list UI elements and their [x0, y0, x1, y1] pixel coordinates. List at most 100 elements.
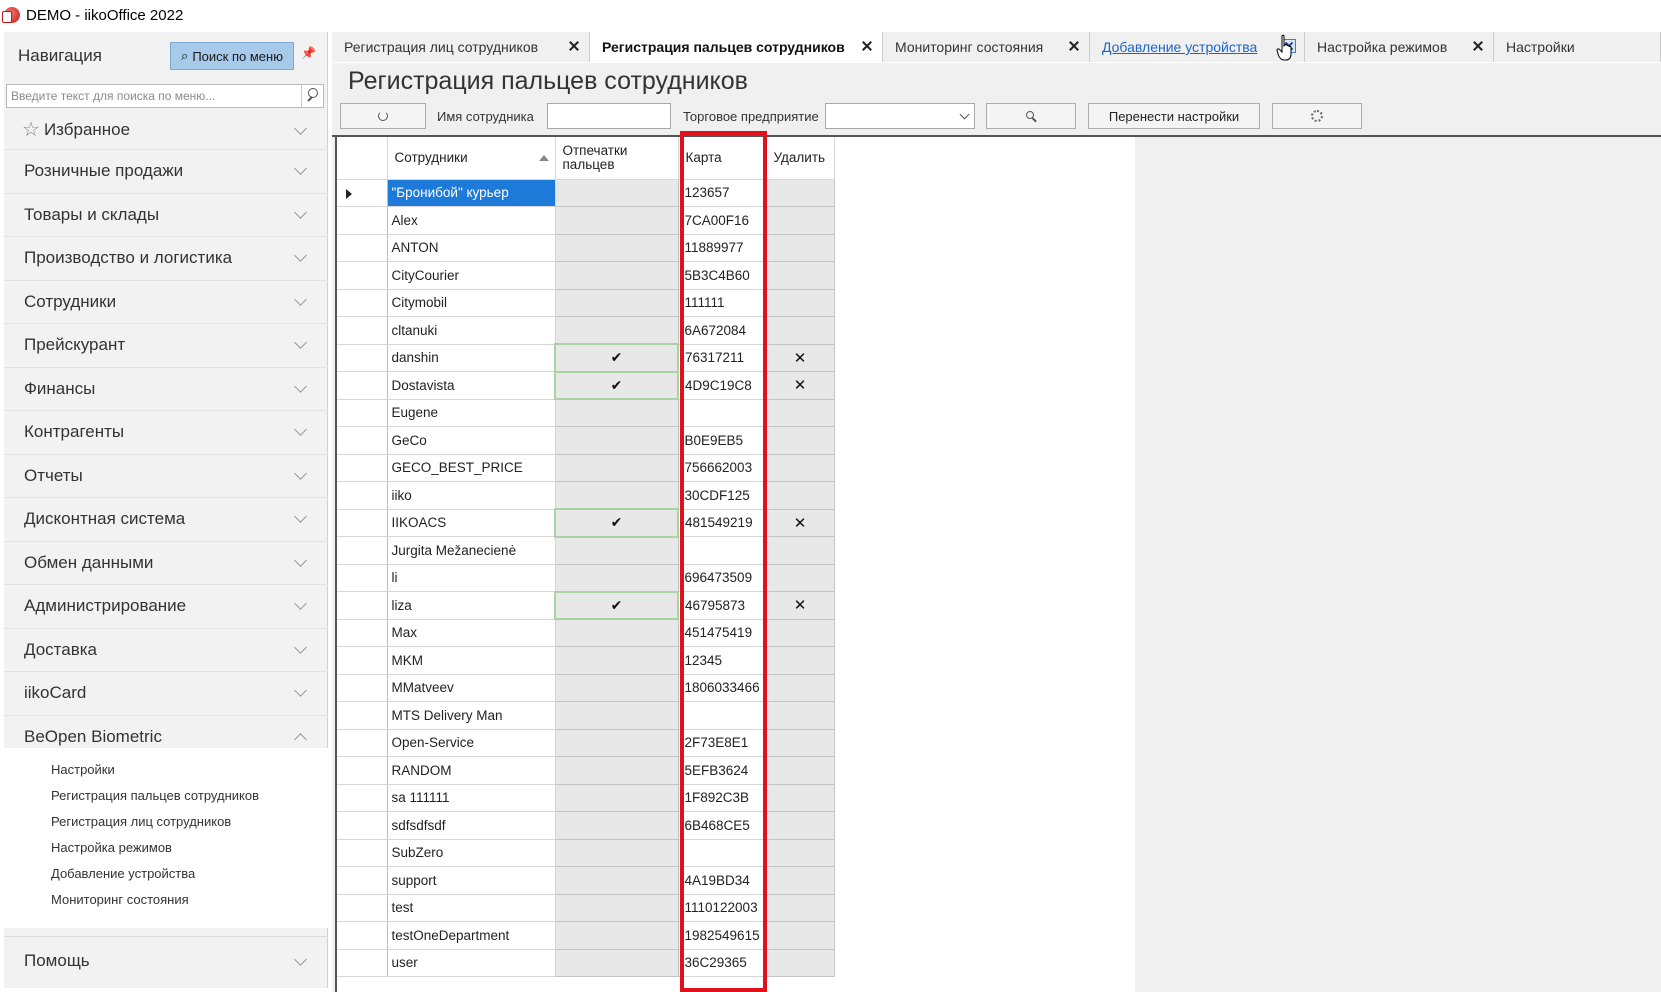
- nav-group-9[interactable]: Дисконтная система: [4, 498, 328, 542]
- card-cell[interactable]: 36C29365: [678, 949, 767, 977]
- table-row[interactable]: MTS Delivery Man: [337, 701, 835, 730]
- table-row[interactable]: li 696473509: [337, 563, 835, 592]
- nav-group-6[interactable]: Финансы: [4, 368, 328, 411]
- employee-name-cell[interactable]: MMatveev: [387, 674, 556, 702]
- fingerprint-cell[interactable]: ✔: [554, 590, 679, 620]
- nav-group-13[interactable]: iikoCard: [4, 672, 328, 716]
- table-row[interactable]: testOneDepartment 1982549615: [337, 921, 835, 950]
- fingerprint-cell[interactable]: ✔: [554, 343, 679, 373]
- close-icon[interactable]: [1067, 39, 1081, 53]
- row-header-cell[interactable]: [337, 756, 388, 785]
- column-header-fingerprints[interactable]: Отпечатки пальцев: [555, 137, 679, 180]
- fingerprint-cell[interactable]: [554, 673, 679, 702]
- employee-name-cell[interactable]: RANDOM: [387, 756, 556, 785]
- employee-name-cell[interactable]: Open-Service: [387, 729, 556, 757]
- store-select[interactable]: [825, 103, 975, 129]
- nav-group-1[interactable]: Розничные продажи: [4, 150, 328, 194]
- tab-1[interactable]: Регистрация пальцев сотрудников: [590, 32, 883, 62]
- fingerprint-cell[interactable]: [554, 838, 679, 867]
- fingerprint-cell[interactable]: [554, 811, 679, 840]
- delete-cell[interactable]: ✕: [765, 343, 835, 372]
- table-row[interactable]: Alex 7CA00F16: [337, 206, 835, 235]
- refresh-button[interactable]: [340, 103, 426, 129]
- row-header-cell[interactable]: [337, 481, 388, 510]
- fingerprint-cell[interactable]: [554, 206, 679, 235]
- close-icon[interactable]: [1471, 39, 1485, 53]
- row-header-cell[interactable]: [337, 454, 388, 482]
- table-row[interactable]: IIKOACS ✔ 481549219 ✕: [337, 508, 835, 538]
- delete-cell[interactable]: [765, 673, 835, 702]
- nav-sub-item-5[interactable]: Мониторинг состояния: [4, 886, 328, 912]
- delete-cell[interactable]: [765, 893, 835, 922]
- row-header-cell[interactable]: [337, 371, 388, 400]
- card-cell[interactable]: B0E9EB5: [678, 426, 767, 455]
- card-cell[interactable]: 5B3C4B60: [678, 261, 767, 290]
- table-row[interactable]: support 4A19BD34: [337, 866, 835, 895]
- tab-0[interactable]: Регистрация лиц сотрудников: [332, 32, 590, 62]
- fingerprint-cell[interactable]: [554, 316, 679, 345]
- employee-name-cell[interactable]: test: [387, 894, 556, 922]
- employee-name-cell[interactable]: cltanuki: [387, 316, 556, 345]
- employee-name-cell[interactable]: "Бронибой" курьер: [387, 179, 556, 207]
- nav-group-12[interactable]: Доставка: [4, 629, 328, 672]
- employee-name-cell[interactable]: MTS Delivery Man: [387, 701, 556, 730]
- row-header-cell[interactable]: [337, 674, 388, 702]
- row-header-cell[interactable]: [337, 894, 388, 922]
- nav-group-help[interactable]: Помощь: [4, 936, 328, 984]
- fingerprint-cell[interactable]: [554, 646, 679, 675]
- transfer-settings-button[interactable]: Перенести настройки: [1088, 103, 1260, 129]
- delete-cell[interactable]: [765, 398, 835, 427]
- delete-cell[interactable]: [765, 866, 835, 895]
- menu-search-button[interactable]: ⌕ Поиск по меню: [170, 42, 294, 70]
- card-cell[interactable]: 481549219: [678, 509, 767, 537]
- card-cell[interactable]: 451475419: [678, 619, 767, 647]
- table-row[interactable]: sdfsdfsdf 6B468CE5: [337, 811, 835, 840]
- employee-name-cell[interactable]: li: [387, 564, 556, 592]
- delete-cell[interactable]: [765, 426, 835, 455]
- card-cell[interactable]: 111111: [678, 289, 767, 317]
- employee-name-cell[interactable]: support: [387, 866, 556, 895]
- table-row[interactable]: ANTON 11889977: [337, 233, 835, 262]
- delete-cell[interactable]: [765, 701, 835, 730]
- card-cell[interactable]: 6B468CE5: [678, 811, 767, 840]
- table-row[interactable]: cltanuki 6A672084: [337, 316, 835, 345]
- fingerprint-cell[interactable]: [554, 481, 679, 510]
- tab-3[interactable]: Добавление устройства: [1090, 32, 1305, 62]
- fingerprint-cell[interactable]: [554, 921, 679, 950]
- card-cell[interactable]: 123657: [678, 179, 767, 207]
- row-header-cell[interactable]: [337, 261, 388, 290]
- delete-cell[interactable]: [765, 756, 835, 785]
- employee-name-cell[interactable]: SubZero: [387, 839, 556, 867]
- close-icon[interactable]: [860, 39, 874, 53]
- table-row[interactable]: MKM 12345: [337, 646, 835, 675]
- card-cell[interactable]: [678, 536, 767, 565]
- table-row[interactable]: RANDOM 5EFB3624: [337, 756, 835, 785]
- nav-group-10[interactable]: Обмен данными: [4, 542, 328, 585]
- delete-cell[interactable]: [765, 646, 835, 675]
- card-cell[interactable]: [678, 701, 767, 730]
- fingerprint-cell[interactable]: [554, 618, 679, 647]
- table-row[interactable]: Dostavista ✔ 4D9C19C8 ✕: [337, 370, 835, 400]
- fingerprint-cell[interactable]: [554, 783, 679, 812]
- card-cell[interactable]: 7CA00F16: [678, 206, 767, 235]
- employee-name-cell[interactable]: sa 111111: [387, 784, 556, 812]
- table-row[interactable]: test 1110122003: [337, 893, 835, 922]
- table-row[interactable]: CityCourier 5B3C4B60: [337, 261, 835, 290]
- row-header-cell[interactable]: [337, 866, 388, 895]
- tab-4[interactable]: Настройка режимов: [1305, 32, 1494, 62]
- card-cell[interactable]: 4A19BD34: [678, 866, 767, 895]
- delete-cell[interactable]: [765, 481, 835, 510]
- delete-icon[interactable]: ✕: [794, 377, 807, 394]
- delete-cell[interactable]: [765, 811, 835, 840]
- employee-name-cell[interactable]: testOneDepartment: [387, 921, 556, 950]
- nav-group-11[interactable]: Администрирование: [4, 585, 328, 629]
- employee-name-cell[interactable]: Dostavista: [387, 371, 556, 400]
- delete-cell[interactable]: [765, 233, 835, 262]
- card-cell[interactable]: 30CDF125: [678, 481, 767, 510]
- settings-button[interactable]: [1272, 103, 1362, 129]
- column-header-delete[interactable]: Удалить: [766, 137, 835, 180]
- row-header-cell[interactable]: [337, 426, 388, 455]
- table-row[interactable]: GeCo B0E9EB5: [337, 426, 835, 455]
- employee-name-cell[interactable]: IIKOACS: [387, 509, 556, 537]
- table-row[interactable]: liza ✔ 46795873 ✕: [337, 590, 835, 620]
